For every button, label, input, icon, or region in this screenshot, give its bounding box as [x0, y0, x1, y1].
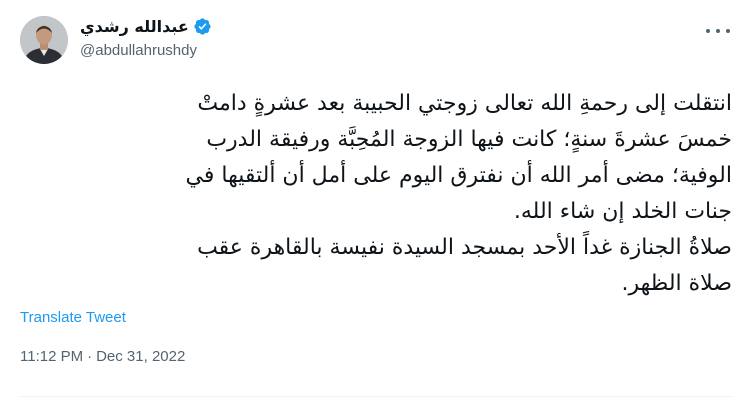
tweet-line: جنات الخلد إن شاء الله.: [513, 199, 732, 224]
tweet-line: صلاة الظهر.: [621, 271, 732, 296]
author-block: عبدالله رشدي @abdullahrushdy: [80, 14, 212, 59]
tweet-card: عبدالله رشدي @abdullahrushdy انتقلت إلى …: [0, 0, 752, 412]
tweet-line: خمسَ عشرةَ سنةٍ؛ كانت فيها الزوجة المُحِ…: [206, 127, 732, 152]
timestamp-separator: ·: [87, 348, 93, 365]
tweet-line: انتقلت إلى رحمةِ الله تعالى زوجتي الحبيب…: [197, 91, 732, 116]
tweet-line: الوفية؛ مضى أمر الله أن نفترق اليوم على …: [185, 163, 732, 188]
name-row: عبدالله رشدي: [80, 14, 212, 38]
tweet-text: انتقلت إلى رحمةِ الله تعالى زوجتي الحبيب…: [20, 86, 732, 302]
verified-badge-icon: [193, 17, 212, 36]
translate-tweet-link[interactable]: Translate Tweet: [20, 309, 126, 326]
tweet-line: صلاةُ الجنازة غداً الأحد بمسجد السيدة نف…: [197, 235, 732, 260]
divider: [20, 396, 732, 397]
timestamp-time: 11:12 PM: [20, 348, 84, 365]
timestamp-date: Dec 31, 2022: [96, 348, 186, 365]
tweet-timestamp[interactable]: 11:12 PM · Dec 31, 2022: [20, 348, 185, 365]
avatar[interactable]: [20, 16, 68, 64]
author-display-name[interactable]: عبدالله رشدي: [80, 17, 189, 36]
author-handle[interactable]: @abdullahrushdy: [80, 42, 212, 59]
more-dots-icon[interactable]: [706, 24, 730, 38]
